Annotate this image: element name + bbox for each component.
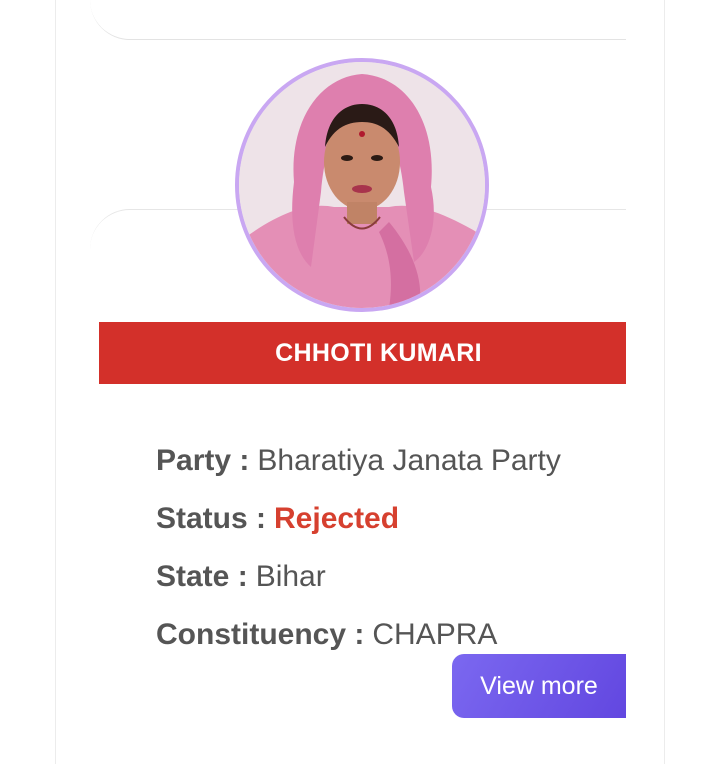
view-more-button[interactable]: View more [452,654,626,718]
status-label: Status : [156,502,267,535]
previous-card-edge [90,0,626,40]
detail-row-status: Status : Rejected [156,490,626,548]
detail-row-state: State : Bihar [156,548,626,606]
state-value: Bihar [255,560,326,593]
candidate-name-banner: CHHOTI KUMARI [99,322,626,384]
party-label: Party : [156,444,250,477]
candidate-details: Party : Bharatiya Janata Party Status : … [156,432,626,664]
constituency-label: Constituency : [156,618,365,651]
detail-row-party: Party : Bharatiya Janata Party [156,432,626,490]
candidate-avatar [235,58,489,312]
status-value: Rejected [274,502,400,535]
candidate-name: CHHOTI KUMARI [275,338,482,367]
party-value: Bharatiya Janata Party [257,444,561,477]
state-label: State : [156,560,248,593]
constituency-value: CHAPRA [372,618,498,651]
candidate-photo [239,62,485,308]
candidate-card-page: CHHOTI KUMARI Party : Bharatiya Janata P… [0,0,720,764]
